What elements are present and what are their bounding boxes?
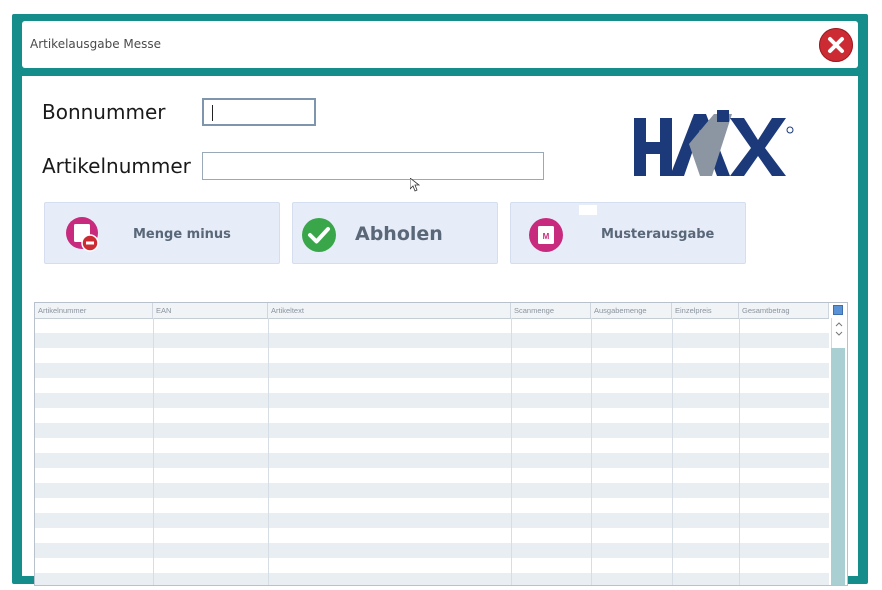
column-header[interactable]: Ausgabemenge [591, 303, 672, 318]
column-header[interactable]: Artikeltext [268, 303, 511, 318]
table-row[interactable] [35, 543, 829, 558]
column-header[interactable]: Artikelnummer [35, 303, 153, 318]
column-divider [739, 318, 740, 585]
musterausgabe-button[interactable]: M Musterausgabe [510, 202, 746, 264]
mouse-pointer-icon [410, 178, 420, 192]
musterausgabe-label: Musterausgabe [601, 227, 715, 242]
table-row[interactable] [35, 318, 829, 333]
column-divider [153, 318, 154, 585]
main-content: Bonnummer Artikelnummer Menge minus Abho… [22, 76, 858, 586]
menge-minus-label: Menge minus [133, 227, 231, 242]
abholen-label: Abholen [355, 223, 443, 245]
table-row[interactable] [35, 528, 829, 543]
svg-text:M: M [543, 232, 550, 241]
column-header[interactable]: EAN [153, 303, 268, 318]
bonnummer-label: Bonnummer [42, 100, 166, 124]
dialog-window: Artikelausgabe Messe Bonnummer Artikelnu… [12, 14, 868, 586]
table-row[interactable] [35, 453, 829, 468]
abholen-button[interactable]: Abholen [292, 202, 498, 264]
menge-minus-button[interactable]: Menge minus [44, 202, 280, 264]
vertical-scrollbar[interactable] [831, 318, 845, 585]
title-bar: Artikelausgabe Messe [22, 21, 858, 68]
table-row[interactable] [35, 573, 829, 585]
table-row[interactable] [35, 498, 829, 513]
bonnummer-input[interactable] [202, 98, 316, 126]
column-divider [591, 318, 592, 585]
grid-settings-icon[interactable] [833, 305, 843, 315]
table-row[interactable] [35, 363, 829, 378]
close-button[interactable] [819, 28, 853, 62]
minus-document-icon [66, 217, 99, 252]
table-row[interactable] [35, 468, 829, 483]
artikelnummer-label: Artikelnummer [42, 154, 191, 178]
scroll-arrows-icon [835, 322, 843, 336]
column-header[interactable]: Einzelpreis [672, 303, 739, 318]
table-row[interactable] [35, 333, 829, 348]
table-row[interactable] [35, 438, 829, 453]
table-row[interactable] [35, 513, 829, 528]
column-header[interactable]: Scanmenge [511, 303, 591, 318]
table-row[interactable] [35, 423, 829, 438]
column-divider [268, 318, 269, 585]
muster-document-icon: M [529, 218, 563, 252]
artikelnummer-input[interactable] [202, 152, 544, 180]
decoration-tab [579, 205, 597, 215]
column-divider [672, 318, 673, 585]
table-row[interactable] [35, 408, 829, 423]
column-header[interactable]: Gesamtbetrag [739, 303, 829, 318]
articles-grid[interactable]: Artikelnummer EAN Artikeltext Scanmenge … [34, 302, 848, 586]
grid-header: Artikelnummer EAN Artikeltext Scanmenge … [35, 303, 829, 319]
table-row[interactable] [35, 483, 829, 498]
text-caret [212, 105, 213, 121]
checkmark-icon [302, 218, 336, 252]
table-row[interactable] [35, 348, 829, 363]
table-row[interactable] [35, 558, 829, 573]
haix-logo [634, 110, 794, 176]
close-icon [828, 37, 844, 53]
table-row[interactable] [35, 393, 829, 408]
scrollbar-up-area[interactable] [831, 318, 846, 348]
table-row[interactable] [35, 378, 829, 393]
window-title: Artikelausgabe Messe [30, 37, 162, 51]
column-divider [511, 318, 512, 585]
